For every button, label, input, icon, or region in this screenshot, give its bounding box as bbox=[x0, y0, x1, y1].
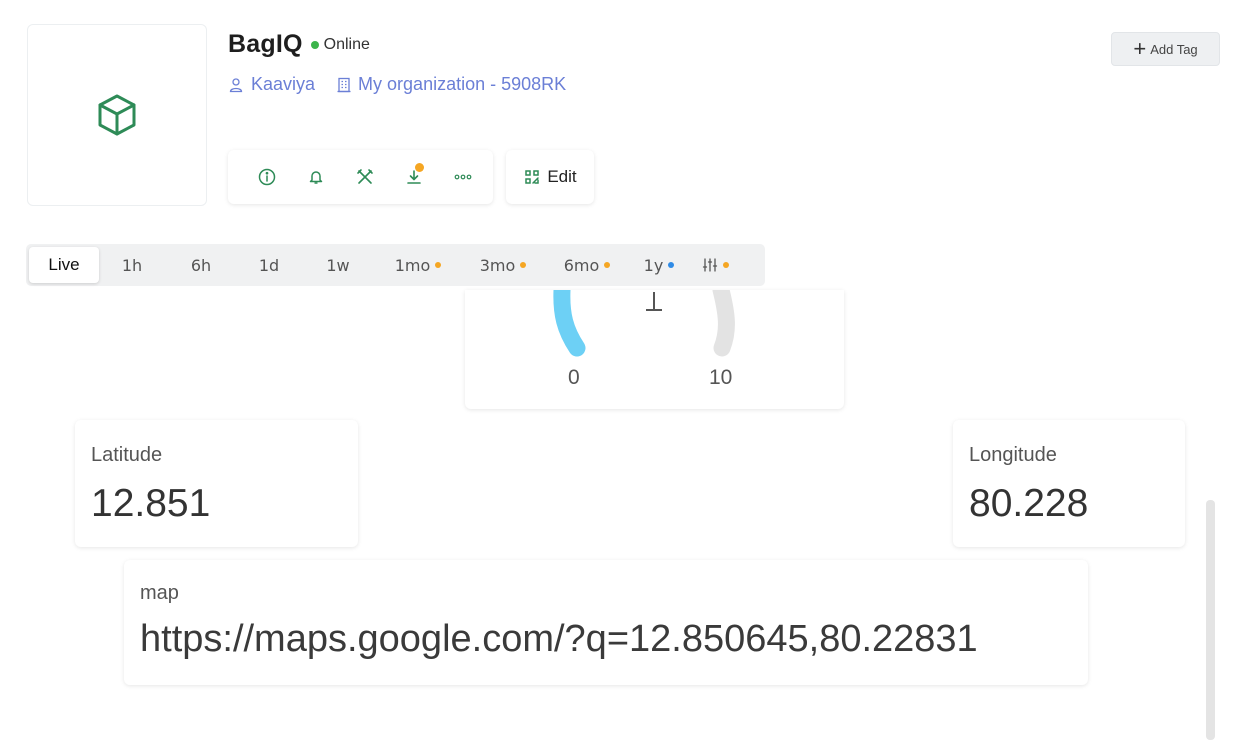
more-icon bbox=[454, 174, 471, 180]
range-dot bbox=[668, 262, 675, 268]
latitude-label: Latitude bbox=[91, 444, 163, 466]
tools-button[interactable] bbox=[340, 157, 389, 197]
range-label: 1mo bbox=[394, 255, 431, 275]
latitude-value: 12.851 bbox=[91, 482, 211, 525]
gauge-widget: 0 10 bbox=[465, 290, 844, 409]
range-3mo[interactable]: 3mo bbox=[461, 247, 545, 283]
range-label: 6mo bbox=[563, 255, 600, 275]
map-label: map bbox=[140, 582, 179, 604]
download-badge bbox=[415, 163, 424, 172]
range-label: 3mo bbox=[479, 255, 516, 275]
range-label: Live bbox=[48, 255, 80, 274]
range-label: 1w bbox=[326, 255, 350, 275]
organization-name: My organization - 5908RK bbox=[358, 74, 567, 94]
add-tag-button[interactable]: + Add Tag bbox=[1111, 32, 1220, 66]
map-card: map https://maps.google.com/?q=12.850645… bbox=[124, 560, 1088, 685]
device-title: BagIQ bbox=[228, 30, 303, 58]
gauge-max-label: 10 bbox=[709, 366, 733, 389]
more-button[interactable] bbox=[438, 157, 487, 197]
device-icon-box bbox=[27, 24, 207, 206]
download-button[interactable] bbox=[389, 157, 438, 197]
bell-icon bbox=[309, 171, 322, 184]
edit-button[interactable]: Edit bbox=[506, 150, 594, 204]
status-text: Online bbox=[323, 35, 370, 53]
range-dot bbox=[604, 262, 611, 268]
range-1w[interactable]: 1w bbox=[301, 247, 375, 283]
scrollbar[interactable] bbox=[1206, 500, 1215, 740]
time-range-bar: Live 1h 6h 1d 1w 1mo 3mo 6mo 1y bbox=[26, 244, 765, 286]
organization-link[interactable]: My organization - 5908RK bbox=[337, 74, 566, 95]
sliders-icon bbox=[702, 258, 717, 272]
range-label: 1y bbox=[643, 255, 664, 275]
info-button[interactable] bbox=[242, 157, 291, 197]
gauge-chart bbox=[553, 290, 735, 357]
range-dot bbox=[435, 262, 442, 268]
range-label: 1d bbox=[258, 255, 280, 275]
range-label: 6h bbox=[190, 255, 212, 275]
status-dot bbox=[310, 40, 319, 49]
range-custom[interactable] bbox=[689, 247, 741, 283]
building-icon bbox=[337, 77, 351, 92]
edit-icon bbox=[525, 170, 540, 184]
range-1mo[interactable]: 1mo bbox=[375, 247, 461, 283]
user-icon bbox=[229, 77, 243, 92]
cube-icon bbox=[98, 94, 136, 136]
device-meta: Kaaviya My organization - 5908RK bbox=[228, 74, 588, 95]
plus-icon: + bbox=[1133, 36, 1147, 61]
longitude-value: 80.228 bbox=[969, 482, 1089, 525]
longitude-label: Longitude bbox=[969, 444, 1057, 466]
gauge-min-label: 0 bbox=[568, 366, 580, 389]
range-6h[interactable]: 6h bbox=[165, 247, 237, 283]
range-1h[interactable]: 1h bbox=[99, 247, 165, 283]
owner-name: Kaaviya bbox=[251, 74, 316, 94]
device-title-row: BagIQ Online bbox=[228, 30, 370, 59]
alerts-button[interactable] bbox=[291, 157, 340, 197]
longitude-card: Longitude 80.228 bbox=[953, 420, 1185, 547]
edit-label: Edit bbox=[547, 167, 577, 186]
range-1y[interactable]: 1y bbox=[629, 247, 689, 283]
gauge-fill bbox=[553, 290, 586, 357]
owner-link[interactable]: Kaaviya bbox=[228, 74, 315, 95]
map-link[interactable]: https://maps.google.com/?q=12.850645,80.… bbox=[140, 618, 978, 661]
range-6mo[interactable]: 6mo bbox=[545, 247, 629, 283]
range-1d[interactable]: 1d bbox=[237, 247, 301, 283]
range-label: 1h bbox=[121, 255, 143, 275]
range-dot bbox=[722, 262, 729, 268]
latitude-card: Latitude 12.851 bbox=[75, 420, 358, 547]
gauge-needle bbox=[646, 292, 662, 311]
info-icon bbox=[258, 168, 275, 186]
range-live[interactable]: Live bbox=[29, 247, 99, 283]
range-dot bbox=[520, 262, 527, 268]
device-actions bbox=[228, 150, 493, 204]
gauge-track bbox=[712, 290, 735, 357]
tools-icon bbox=[356, 169, 373, 184]
add-tag-label: Add Tag bbox=[1150, 41, 1198, 57]
